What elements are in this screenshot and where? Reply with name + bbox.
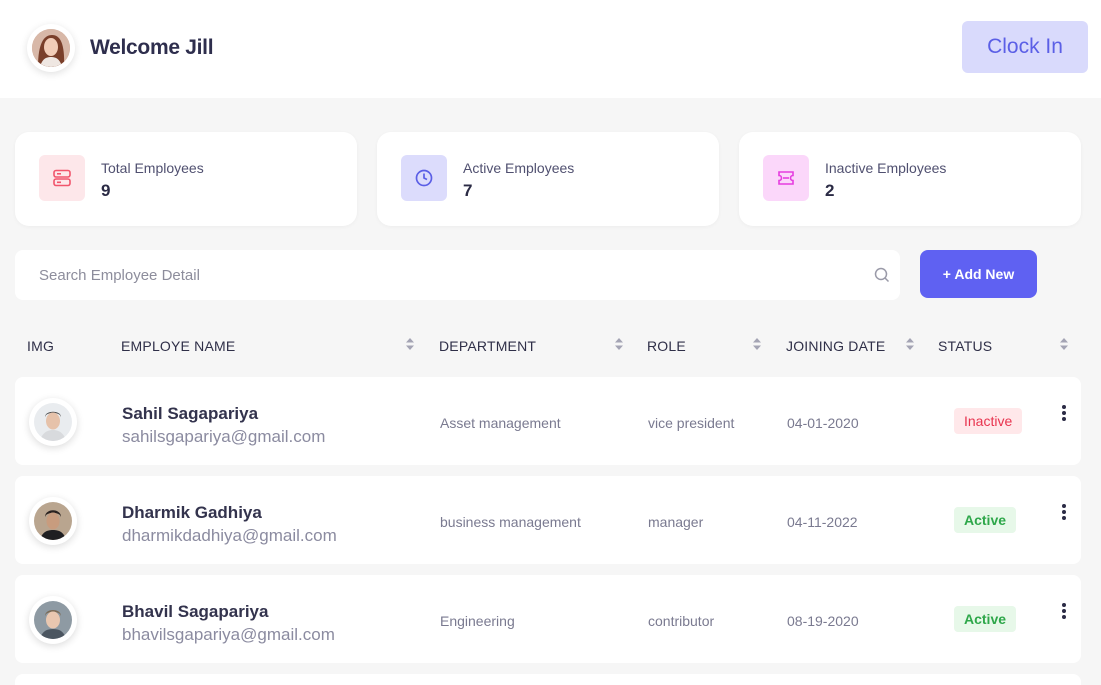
stat-label: Active Employees (463, 160, 575, 176)
sort-icon[interactable] (1059, 337, 1069, 351)
user-photo (32, 29, 70, 67)
more-options-icon[interactable] (1058, 405, 1070, 425)
stat-value: 7 (463, 181, 473, 200)
welcome-heading: Welcome Jill (90, 36, 214, 59)
clock-icon (401, 155, 447, 201)
employee-photo (34, 601, 72, 639)
status-badge: Active (954, 606, 1017, 632)
sort-icon[interactable] (752, 337, 762, 351)
table-row[interactable]: Bhavil Sagapariya bhavilsgapariya@gmail.… (15, 575, 1081, 663)
server-icon (39, 155, 85, 201)
employee-email: dharmikdadhiya@gmail.com (122, 526, 337, 545)
employee-email: bhavilsgapariya@gmail.com (122, 625, 335, 644)
employee-name: Bhavil Sagapariya (122, 602, 269, 621)
avatar (29, 398, 77, 446)
column-header-role[interactable]: ROLE (647, 338, 686, 354)
stat-card-inactive: Inactive Employees 2 (739, 132, 1081, 226)
employee-photo (34, 502, 72, 540)
column-header-joining-date[interactable]: JOINING DATE (786, 338, 885, 354)
employee-department: business management (440, 514, 581, 530)
joining-date: 08-19-2020 (787, 613, 859, 629)
employee-name: Sahil Sagapariya (122, 404, 259, 423)
table-row[interactable]: Dharmik Gadhiya dharmikdadhiya@gmail.com… (15, 476, 1081, 564)
status-badge: Inactive (954, 408, 1023, 434)
stat-card-active: Active Employees 7 (377, 132, 719, 226)
add-new-button[interactable]: + Add New (920, 250, 1037, 298)
search-icon[interactable] (873, 266, 891, 284)
employee-email: sahilsgapariya@gmail.com (122, 427, 326, 446)
table-row[interactable] (15, 674, 1081, 685)
employee-role: contributor (648, 613, 715, 629)
clock-in-button[interactable]: Clock In (962, 21, 1088, 73)
more-options-icon[interactable] (1058, 504, 1070, 524)
sort-icon[interactable] (405, 337, 415, 351)
more-options-icon[interactable] (1058, 603, 1070, 623)
user-avatar[interactable] (27, 24, 75, 72)
search-bar (15, 250, 900, 300)
employee-department: Asset management (440, 415, 561, 431)
joining-date: 04-11-2022 (787, 514, 858, 530)
stat-label: Inactive Employees (825, 160, 947, 176)
stat-label: Total Employees (101, 160, 204, 176)
search-input[interactable] (15, 250, 855, 300)
column-header-department[interactable]: DEPARTMENT (439, 338, 536, 354)
stat-value: 9 (101, 181, 111, 200)
avatar (29, 596, 77, 644)
avatar (29, 497, 77, 545)
employee-photo (34, 403, 72, 441)
sort-icon[interactable] (614, 337, 624, 351)
employee-role: manager (648, 514, 704, 530)
status-badge: Active (954, 507, 1017, 533)
table-row[interactable]: Sahil Sagapariya sahilsgapariya@gmail.co… (15, 377, 1081, 465)
sort-icon[interactable] (905, 337, 915, 351)
employee-department: Engineering (440, 613, 515, 629)
stat-value: 2 (825, 181, 835, 200)
employee-role: vice president (648, 415, 735, 431)
employee-name: Dharmik Gadhiya (122, 503, 262, 522)
ticket-icon (763, 155, 809, 201)
joining-date: 04-01-2020 (787, 415, 859, 431)
stat-card-total: Total Employees 9 (15, 132, 357, 226)
column-header-img: IMG (27, 338, 55, 354)
top-bar: Welcome Jill Clock In (0, 0, 1101, 98)
column-header-status[interactable]: STATUS (938, 338, 992, 354)
column-header-name[interactable]: EMPLOYE NAME (121, 338, 235, 354)
